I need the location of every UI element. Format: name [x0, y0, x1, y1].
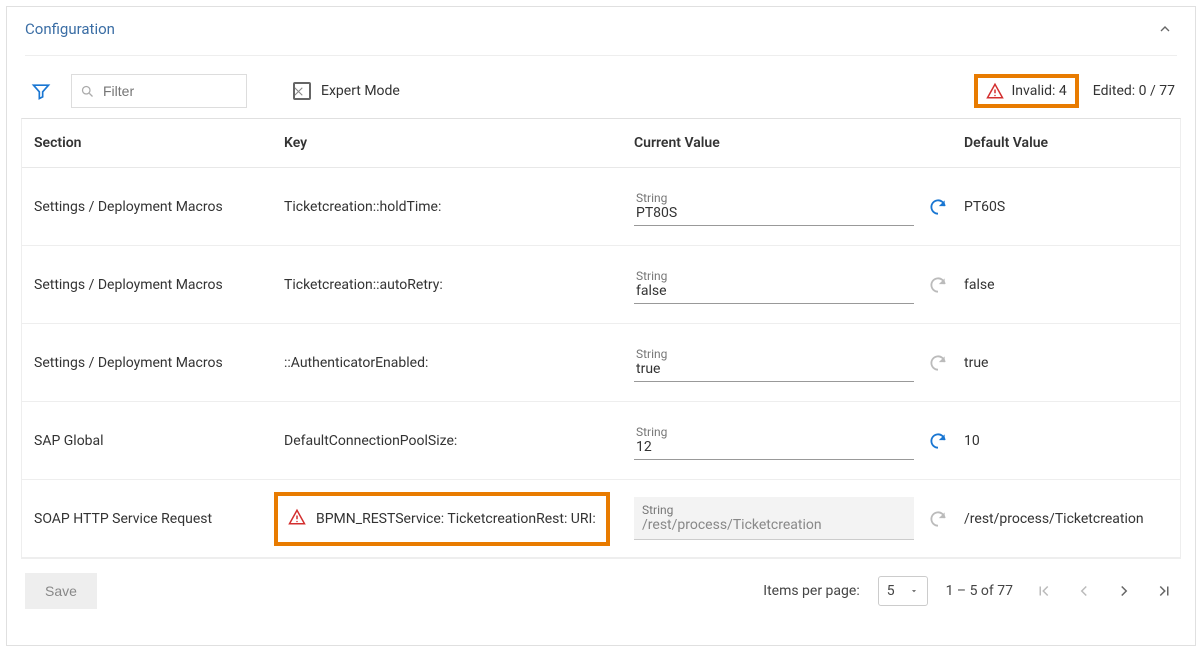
table-row: SOAP HTTP Service Request BPMN_RESTServic…	[22, 480, 1180, 558]
checkbox-icon	[293, 82, 311, 100]
table-row: Settings / Deployment Macros::Authentica…	[22, 324, 1180, 402]
items-per-page-label: Items per page:	[763, 583, 859, 599]
table-row: Settings / Deployment Macros Ticketcreati…	[22, 168, 1180, 246]
first-page-button[interactable]	[1031, 578, 1057, 604]
reset-button[interactable]	[924, 505, 952, 533]
key-text: Ticketcreation::holdTime:	[284, 199, 441, 215]
cell-key: Ticketcreation::autoRetry:	[278, 277, 628, 293]
value-field: String/rest/process/Ticketcreation	[634, 497, 914, 540]
filter-icon	[31, 81, 51, 101]
panel-title: Configuration	[25, 20, 115, 38]
col-key[interactable]: Key	[278, 135, 628, 151]
search-icon	[80, 84, 95, 99]
cell-section: Settings / Deployment Macros	[28, 355, 278, 371]
status-area: Invalid: 4 Edited: 0 / 77	[974, 74, 1176, 108]
chevron-up-icon	[1157, 21, 1173, 37]
configuration-panel: Configuration Expert Mode	[6, 6, 1196, 646]
toolbar: Expert Mode Invalid: 4 Edited: 0 / 77	[7, 56, 1195, 118]
cell-default-value: 10	[958, 433, 1174, 449]
value-type: String	[642, 503, 906, 517]
value-field[interactable]: StringPT80S	[634, 187, 914, 226]
filter-box	[71, 74, 247, 108]
page-range: 1 – 5 of 77	[946, 583, 1013, 599]
pager-nav	[1031, 578, 1177, 604]
invalid-count: Invalid: 4	[1012, 83, 1067, 99]
table-body: Settings / Deployment Macros Ticketcreati…	[22, 168, 1180, 558]
cell-default-value: false	[958, 277, 1174, 293]
prev-page-button[interactable]	[1071, 578, 1097, 604]
cell-section: Settings / Deployment Macros	[28, 199, 278, 215]
save-button[interactable]: Save	[25, 573, 97, 609]
key-text: Ticketcreation::autoRetry:	[284, 277, 443, 293]
value-type: String	[636, 269, 912, 283]
table-row: Settings / Deployment Macros Ticketcreati…	[22, 246, 1180, 324]
cell-default-value: /rest/process/Ticketcreation	[958, 511, 1174, 527]
panel-header: Configuration	[7, 7, 1195, 45]
cell-current-value: Stringfalse	[628, 265, 958, 304]
reset-button[interactable]	[924, 427, 952, 455]
key-text: DefaultConnectionPoolSize:	[284, 433, 457, 449]
paginator: Items per page: 5 1 – 5 of 77	[763, 576, 1177, 606]
cell-default-value: true	[958, 355, 1174, 371]
value-text: true	[636, 361, 912, 377]
next-page-button[interactable]	[1111, 578, 1137, 604]
warning-icon	[986, 82, 1004, 100]
value-text: 12	[636, 439, 912, 455]
footer: Save Items per page: 5 1 – 5 of 77	[7, 559, 1195, 609]
cell-section: SOAP HTTP Service Request	[28, 511, 278, 527]
key-text: BPMN_RESTService: TicketcreationRest: UR…	[316, 511, 596, 527]
cell-current-value: String12	[628, 421, 958, 460]
value-field[interactable]: Stringtrue	[634, 343, 914, 382]
items-per-page-value: 5	[887, 583, 895, 599]
cell-current-value: StringPT80S	[628, 187, 958, 226]
config-table: Section Key Current Value Default Value …	[21, 118, 1181, 559]
collapse-button[interactable]	[1153, 17, 1177, 41]
cell-key: Ticketcreation::holdTime:	[278, 199, 628, 215]
cell-key: ::AuthenticatorEnabled:	[278, 355, 628, 371]
cell-default-value: PT60S	[958, 199, 1174, 215]
warning-icon	[288, 508, 306, 530]
cell-key: DefaultConnectionPoolSize:	[278, 433, 628, 449]
value-type: String	[636, 191, 912, 205]
value-text: /rest/process/Ticketcreation	[642, 517, 906, 533]
filter-toggle-button[interactable]	[27, 77, 55, 105]
key-text: ::AuthenticatorEnabled:	[284, 355, 428, 371]
value-text: false	[636, 283, 912, 299]
value-field[interactable]: Stringfalse	[634, 265, 914, 304]
col-default-value[interactable]: Default Value	[958, 135, 1174, 151]
table-row: SAP Global DefaultConnectionPoolSize: Stri…	[22, 402, 1180, 480]
caret-down-icon	[909, 586, 919, 596]
cell-section: Settings / Deployment Macros	[28, 277, 278, 293]
cell-current-value: Stringtrue	[628, 343, 958, 382]
cell-section: SAP Global	[28, 433, 278, 449]
col-section[interactable]: Section	[28, 135, 278, 151]
filter-input[interactable]	[101, 82, 286, 100]
value-field[interactable]: String12	[634, 421, 914, 460]
expert-mode-toggle[interactable]: Expert Mode	[293, 82, 400, 100]
table-header: Section Key Current Value Default Value	[22, 119, 1180, 168]
value-type: String	[636, 347, 912, 361]
expert-mode-label: Expert Mode	[321, 83, 400, 99]
value-text: PT80S	[636, 205, 912, 221]
last-page-button[interactable]	[1151, 578, 1177, 604]
reset-button[interactable]	[924, 349, 952, 377]
items-per-page-select[interactable]: 5	[878, 576, 928, 606]
cell-current-value: String/rest/process/Ticketcreation	[628, 497, 958, 540]
cell-key: BPMN_RESTService: TicketcreationRest: UR…	[278, 492, 628, 546]
reset-button[interactable]	[924, 193, 952, 221]
reset-button[interactable]	[924, 271, 952, 299]
col-current-value[interactable]: Current Value	[628, 135, 958, 151]
value-type: String	[636, 425, 912, 439]
invalid-indicator: Invalid: 4	[974, 74, 1079, 108]
edited-count: Edited: 0 / 77	[1093, 83, 1175, 99]
